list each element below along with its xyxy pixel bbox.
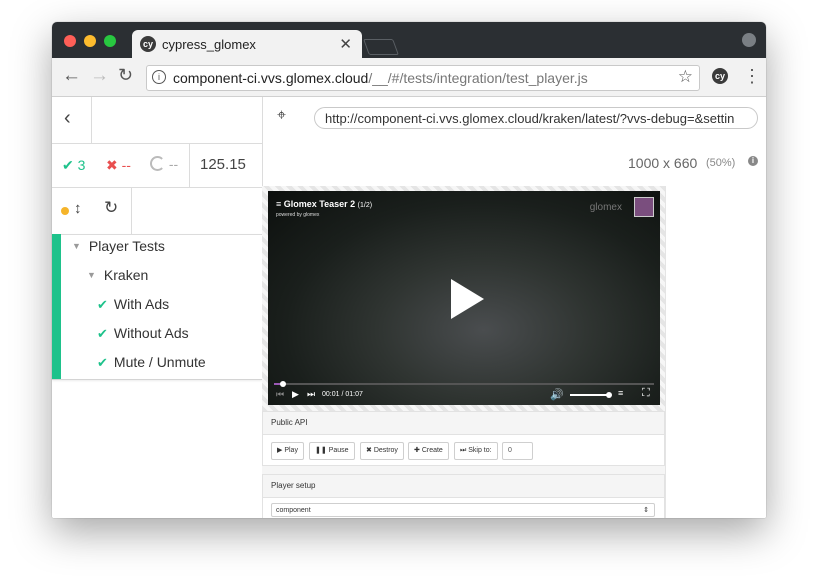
caret-down-icon: ▼ <box>87 270 96 280</box>
video-time: 00:01 / 01:07 <box>322 391 363 398</box>
aut-frame: ≡ Glomex Teaser 2 (1/2) powered by glome… <box>262 186 666 518</box>
pending-count: -- <box>150 156 178 172</box>
suite-player-tests[interactable]: ▼ Player Tests <box>72 238 165 254</box>
test-without-ads[interactable]: ✔ Without Ads <box>97 325 189 342</box>
public-api-title: Public API <box>263 412 664 435</box>
minimize-window-button[interactable] <box>84 35 96 47</box>
back-icon[interactable]: ‹ <box>64 107 71 130</box>
skip-to-input[interactable]: 0 <box>502 442 533 460</box>
check-icon: ✔ <box>97 355 108 370</box>
run-duration: 125.15 <box>200 156 246 173</box>
aut-url-bar[interactable]: http://component-ci.vvs.glomex.cloud/kra… <box>314 107 758 129</box>
next-video-thumbnail[interactable] <box>634 197 654 217</box>
video-player[interactable]: ≡ Glomex Teaser 2 (1/2) powered by glome… <box>268 191 660 405</box>
cypress-extension-icon[interactable]: cy <box>712 68 728 84</box>
address-bar[interactable]: i component-ci.vvs.glomex.cloud/__/#/tes… <box>146 65 700 91</box>
close-window-button[interactable] <box>64 35 76 47</box>
public-api-panel: Public API ▶ Play ❚❚ Pause ✖ Destroy ✚ C… <box>262 411 665 466</box>
select-arrows-icon: ⇕ <box>643 507 649 514</box>
progress-knob[interactable] <box>279 381 286 387</box>
test-tree: ▼ Player Tests ▼ Kraken ✔ With Ads ✔ Without… <box>52 234 262 380</box>
player-setup-title: Player setup <box>263 475 664 498</box>
player-setup-select[interactable]: component ⇕ <box>271 503 655 517</box>
pause-button[interactable]: ❚❚ Pause <box>309 442 355 460</box>
volume-icon[interactable]: 🔊 <box>550 388 564 401</box>
player-setup-panel: Player setup component ⇕ <box>262 474 665 518</box>
site-info-icon[interactable]: i <box>152 70 166 84</box>
test-with-ads[interactable]: ✔ With Ads <box>97 296 169 313</box>
play-icon[interactable]: ▶ <box>292 389 299 400</box>
maximize-window-button[interactable] <box>104 35 116 47</box>
create-button[interactable]: ✚ Create <box>408 442 449 460</box>
selector-playground-icon[interactable]: ⌖ <box>277 107 286 125</box>
tab-title: cypress_glomex <box>162 37 256 52</box>
fullscreen-icon[interactable]: ⛶ <box>642 387 650 400</box>
failed-count: ✖ -- <box>106 157 131 173</box>
reload-icon[interactable]: ↻ <box>118 65 133 86</box>
divider <box>189 143 190 187</box>
caret-down-icon: ▼ <box>72 241 81 251</box>
url-path: /__/#/tests/integration/test_player.js <box>368 70 588 86</box>
new-tab-button[interactable] <box>363 39 399 55</box>
browser-window: cy cypress_glomex ✕ ← → ↻ i component-ci… <box>52 22 766 518</box>
check-icon: ✔ <box>97 326 108 341</box>
powered-by-text: powered by glomex <box>276 212 320 218</box>
browser-toolbar: ← → ↻ i component-ci.vvs.glomex.cloud/__… <box>52 58 766 97</box>
viewport-size: 1000 x 660 <box>628 155 698 171</box>
pass-indicator-bar <box>52 234 61 379</box>
video-title: ≡ Glomex Teaser 2 (1/2) <box>276 199 373 209</box>
profile-icon[interactable] <box>742 33 756 47</box>
pending-spinner-icon <box>150 156 165 171</box>
divider <box>52 187 262 188</box>
volume-knob[interactable] <box>606 392 612 398</box>
restart-icon[interactable]: ↻ <box>104 198 118 218</box>
check-icon: ✔ <box>97 297 108 312</box>
url-host: component-ci.vvs.glomex.cloud <box>173 70 369 86</box>
divider <box>52 143 262 144</box>
skip-to-button[interactable]: ⏭ Skip to: <box>454 442 498 460</box>
runner-reporter: ‹ ✔ 3 ✖ -- -- 125.15 ↕ ↻ ▼ Player Tests ▼… <box>52 97 262 518</box>
address-url[interactable]: component-ci.vvs.glomex.cloud/__/#/tests… <box>173 70 588 86</box>
browser-tab[interactable]: cy cypress_glomex ✕ <box>132 30 362 58</box>
toggle-auto-scroll-icon[interactable]: ↕ <box>74 200 82 217</box>
viewport-scale: (50%) <box>706 157 736 169</box>
forward-icon[interactable]: → <box>90 65 109 87</box>
brand-logo-text: glomex <box>589 202 622 213</box>
page-content: ‹ ✔ 3 ✖ -- -- 125.15 ↕ ↻ ▼ Player Tests ▼… <box>52 97 766 518</box>
passed-count: ✔ 3 <box>62 157 86 173</box>
next-icon[interactable]: ⏭ <box>307 389 315 400</box>
aut-iframe: ≡ Glomex Teaser 2 (1/2) powered by glome… <box>262 186 766 518</box>
play-button[interactable]: ▶ Play <box>271 442 304 460</box>
tab-close-icon[interactable]: ✕ <box>339 35 352 53</box>
previous-icon[interactable]: ⏮ <box>276 389 284 400</box>
progress-bar[interactable] <box>274 381 654 387</box>
suite-kraken[interactable]: ▼ Kraken <box>87 267 148 283</box>
browser-menu-icon[interactable]: ⋮ <box>743 66 761 87</box>
play-overlay-icon[interactable] <box>451 279 484 319</box>
info-icon[interactable]: i <box>748 156 758 166</box>
destroy-button[interactable]: ✖ Destroy <box>360 442 404 460</box>
playlist-icon[interactable]: ≡ <box>618 388 623 398</box>
back-icon[interactable]: ← <box>62 65 81 87</box>
divider <box>131 187 132 234</box>
test-mute-unmute[interactable]: ✔ Mute / Unmute <box>97 354 206 371</box>
divider <box>91 97 92 143</box>
volume-slider[interactable] <box>570 392 612 398</box>
cypress-logo-icon: cy <box>140 36 156 52</box>
running-indicator-dot <box>61 207 69 215</box>
bookmark-star-icon[interactable]: ☆ <box>678 67 693 87</box>
video-player-container: ≡ Glomex Teaser 2 (1/2) powered by glome… <box>262 186 665 411</box>
public-api-controls: ▶ Play ❚❚ Pause ✖ Destroy ✚ Create ⏭ Ski… <box>263 435 664 467</box>
title-bar: cy cypress_glomex ✕ <box>52 22 766 58</box>
